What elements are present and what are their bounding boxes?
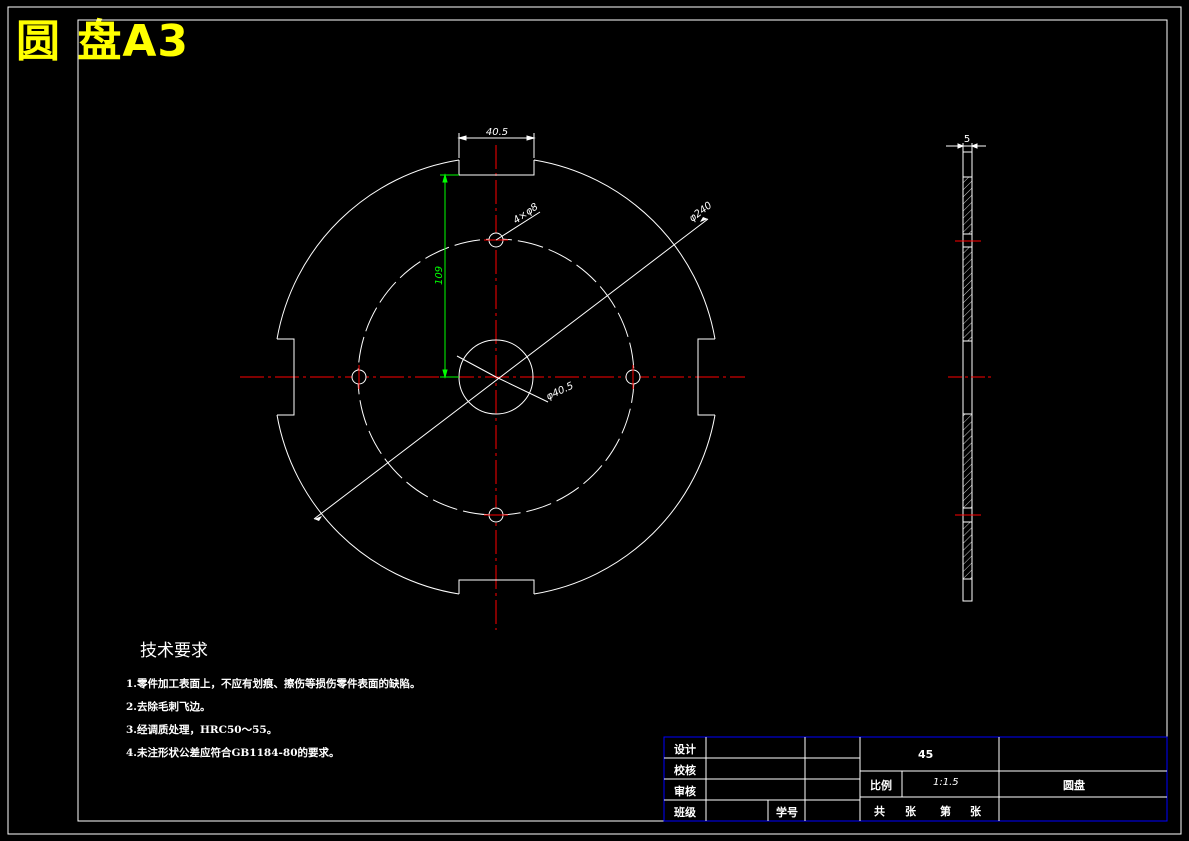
front-view: 40.5 φ240 4×φ8 φ40.5 109 xyxy=(240,127,745,630)
tech-requirement-4: 4.未注形状公差应符合GB1184-80的要求。 xyxy=(126,747,340,759)
tb-student-no-label: 学号 xyxy=(776,806,798,819)
tb-sheets-unit: 张 xyxy=(905,805,916,818)
tb-part-name: 圆盘 xyxy=(1063,779,1085,792)
outer-diameter-dimension xyxy=(313,218,709,520)
tb-check-label: 校核 xyxy=(674,764,696,777)
tb-sheets-total: 共 xyxy=(874,805,885,818)
tech-requirements-heading: 技术要求 xyxy=(140,641,208,661)
side-view: 5 xyxy=(946,134,994,602)
tb-material: 45 xyxy=(918,748,934,761)
tech-requirement-1: 1.零件加工表面上，不应有划痕、擦伤等损伤零件表面的缺陷。 xyxy=(126,678,421,690)
tb-design-label: 设计 xyxy=(674,743,696,756)
slot-width-label: 40.5 xyxy=(486,127,508,138)
center-bore-label: φ40.5 xyxy=(545,381,576,403)
technical-requirements: 技术要求 1.零件加工表面上，不应有划痕、擦伤等损伤零件表面的缺陷。 2.去除毛… xyxy=(126,636,420,765)
tb-sheet-no: 第 xyxy=(940,805,951,818)
tb-scale-label: 比例 xyxy=(870,779,892,792)
pitch-radius-label: 109 xyxy=(434,266,445,285)
tech-requirement-2: 2.去除毛刺飞边。 xyxy=(126,701,211,713)
tb-scale-value: 1:1.5 xyxy=(933,777,959,788)
tb-sheet-no-unit: 张 xyxy=(970,805,981,818)
tb-review-label: 审核 xyxy=(674,785,696,798)
tb-class-label: 班级 xyxy=(674,806,696,819)
thickness-label: 5 xyxy=(964,134,970,145)
tech-requirement-3: 3.经调质处理，HRC50～55。 xyxy=(126,724,278,736)
